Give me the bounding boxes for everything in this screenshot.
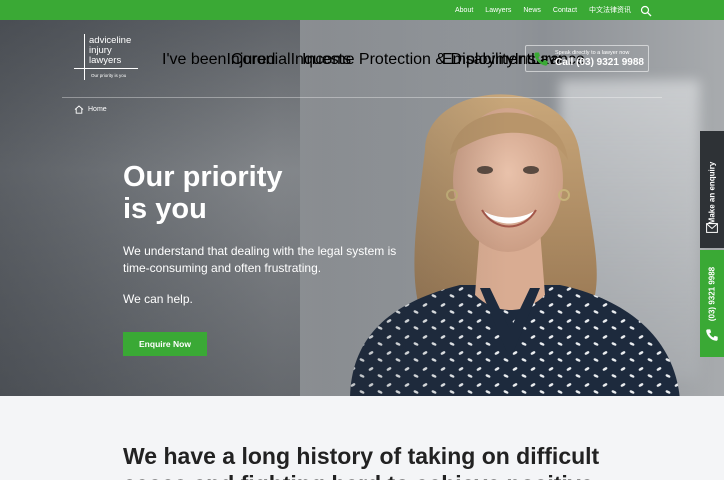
enquire-now-button[interactable]: Enquire Now	[123, 332, 207, 356]
search-icon[interactable]	[640, 4, 652, 17]
phone-tab[interactable]: (03) 9321 9988	[700, 250, 724, 357]
phone-tab-number: (03) 9321 9988	[707, 266, 717, 322]
history-section: We have a long history of taking on diff…	[0, 396, 724, 480]
nav-label-line: Employment	[442, 51, 531, 68]
mail-icon	[706, 223, 718, 233]
hero-section: adviceline injury lawyers Our priority i…	[0, 20, 724, 396]
top-link-contact[interactable]: Contact	[553, 7, 577, 14]
top-link-about[interactable]: About	[455, 7, 473, 14]
nav-label-line: Coronial	[231, 51, 291, 68]
home-icon	[74, 105, 84, 114]
make-enquiry-label: Make an enquiry	[707, 161, 717, 225]
history-heading-continued: cases and fighting hard to achieve posit…	[123, 470, 593, 480]
phone-icon	[534, 52, 548, 66]
hero-paragraph: We understand that dealing with the lega…	[123, 244, 397, 275]
top-link-chinese[interactable]: 中文法律资讯	[589, 5, 631, 15]
logo-divider-vertical	[84, 34, 85, 80]
phone-icon	[706, 329, 718, 341]
call-button[interactable]: Speak directly to a lawyer now Call (03)…	[525, 45, 649, 72]
logo-tagline: Our priority is you	[91, 73, 127, 78]
logo-divider-horizontal	[74, 68, 138, 69]
hero-title-line: Our priority	[123, 161, 283, 193]
breadcrumb-home[interactable]: Home	[88, 106, 107, 113]
top-link-news[interactable]: News	[523, 7, 541, 14]
top-links: About Lawyers News Contact 中文法律资讯	[455, 0, 631, 20]
top-bar: About Lawyers News Contact 中文法律资讯	[0, 0, 724, 20]
breadcrumb: Home	[74, 105, 107, 114]
site-logo[interactable]: adviceline injury lawyers Our priority i…	[74, 34, 140, 82]
hero-help-text: We can help.	[123, 292, 193, 306]
history-heading: We have a long history of taking on diff…	[123, 443, 600, 469]
hero-title-line: is you	[123, 193, 207, 225]
hero-title: Our priority is you	[123, 161, 283, 225]
make-enquiry-tab[interactable]: Make an enquiry	[700, 131, 724, 248]
call-subtitle: Speak directly to a lawyer now	[555, 50, 630, 56]
top-link-lawyers[interactable]: Lawyers	[485, 7, 511, 14]
logo-word-lawyers: lawyers	[89, 55, 122, 66]
header-divider	[62, 97, 662, 98]
call-number: Call (03) 9321 9988	[555, 57, 644, 68]
nav-label-line: I've been	[162, 51, 227, 68]
